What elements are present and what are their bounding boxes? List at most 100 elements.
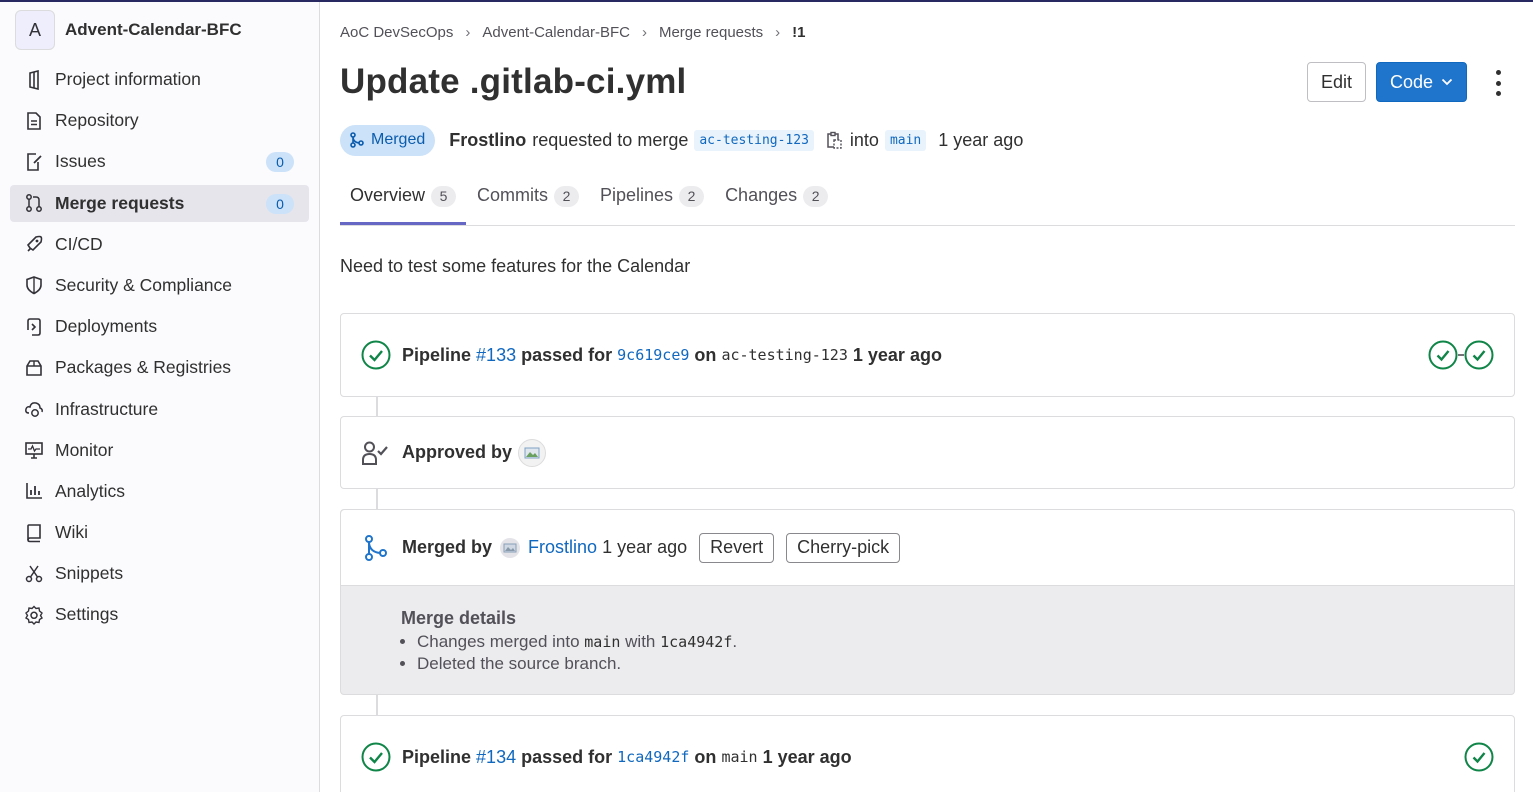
commit-sha-link[interactable]: 1ca4942f xyxy=(617,748,689,766)
repository-icon xyxy=(24,111,44,131)
pipeline-widget-1: Pipeline #133 passed for 9c619ce9 on ac-… xyxy=(340,313,1515,397)
tab-label: Commits xyxy=(477,185,549,205)
on-text: on xyxy=(694,344,717,365)
revert-button[interactable]: Revert xyxy=(699,532,775,563)
sidebar-item-security-compliance[interactable]: Security & Compliance xyxy=(10,267,309,304)
sidebar-item-label: Analytics xyxy=(55,480,126,501)
sidebar-item-label: Wiki xyxy=(55,522,89,543)
sidebar-item-label: CI/CD xyxy=(55,233,103,254)
sidebar-item-packages-registries[interactable]: Packages & Registries xyxy=(10,349,309,386)
main-content: AoC DevSecOps › Advent-Calendar-BFC › Me… xyxy=(340,2,1515,792)
more-actions-icon[interactable] xyxy=(1488,70,1508,96)
tab-commits[interactable]: Commits 2 xyxy=(467,174,589,225)
sidebar-item-label: Merge requests xyxy=(55,192,185,213)
copy-icon[interactable] xyxy=(826,131,842,149)
sidebar-item-label: Infrastructure xyxy=(55,398,159,419)
pipeline-id-link[interactable]: #133 xyxy=(476,345,516,366)
monitor-icon xyxy=(24,440,44,460)
approver-avatar[interactable] xyxy=(518,438,547,467)
merger-link[interactable]: Frostlino xyxy=(528,537,597,558)
merged-widget: Merged by Frostlino 1 year ago Revert Ch… xyxy=(340,509,1515,695)
merge-commit-sha[interactable]: 1ca4942f xyxy=(660,633,732,651)
source-branch[interactable]: ac-testing-123 xyxy=(694,129,814,151)
tab-overview[interactable]: Overview 5 xyxy=(340,174,467,225)
tab-label: Overview xyxy=(350,185,426,205)
tab-changes[interactable]: Changes 2 xyxy=(715,174,838,225)
cherry-pick-button[interactable]: Cherry-pick xyxy=(786,532,901,563)
scissors-icon xyxy=(24,564,44,584)
list-item: Deleted the source branch. xyxy=(417,653,1514,675)
mr-meta: Merged Frostlino requested to merge ac-t… xyxy=(340,120,1515,160)
chevron-down-icon xyxy=(1441,78,1453,86)
sidebar-item-label: Project information xyxy=(55,69,201,89)
sidebar-item-label: Packages & Registries xyxy=(55,357,232,378)
sidebar-item-settings[interactable]: Settings xyxy=(10,596,309,633)
list-item: Changes merged into main with 1ca4942f. xyxy=(417,631,1514,653)
deployments-icon xyxy=(24,317,44,337)
status-badge-label: Merged xyxy=(371,131,426,148)
code-dropdown-button[interactable]: Code xyxy=(1376,62,1467,102)
pipeline-branch[interactable]: ac-testing-123 xyxy=(721,346,847,364)
breadcrumb-group[interactable]: AoC DevSecOps xyxy=(340,24,453,41)
mr-author[interactable]: Frostlino xyxy=(449,130,526,151)
sidebar-item-monitor[interactable]: Monitor xyxy=(10,432,309,469)
merger-avatar[interactable] xyxy=(500,537,521,558)
tab-count: 2 xyxy=(803,186,829,207)
pipeline-label: Pipeline xyxy=(402,746,472,767)
mr-tabs: Overview 5 Commits 2 Pipelines 2 Changes… xyxy=(340,174,1515,226)
breadcrumb: AoC DevSecOps › Advent-Calendar-BFC › Me… xyxy=(340,2,1515,62)
sidebar-item-ci-cd[interactable]: CI/CD xyxy=(10,226,309,263)
merge-request-icon xyxy=(24,193,44,213)
sidebar-item-merge-requests[interactable]: Merge requests 0 xyxy=(10,184,309,222)
project-avatar[interactable]: A xyxy=(15,10,55,50)
mini-pipeline-graph xyxy=(1428,340,1494,370)
sidebar-item-label: Repository xyxy=(55,110,139,131)
status-success-icon[interactable] xyxy=(361,742,391,772)
sidebar-item-snippets[interactable]: Snippets xyxy=(10,555,309,592)
issues-icon xyxy=(24,152,44,172)
sidebar-item-repository[interactable]: Repository xyxy=(10,102,309,139)
stage-success-icon[interactable] xyxy=(1464,742,1494,772)
sidebar: A Advent-Calendar-BFC Project informatio… xyxy=(0,2,320,792)
tab-count: 2 xyxy=(554,186,580,207)
project-info-icon xyxy=(24,69,44,90)
sidebar-item-label: Settings xyxy=(55,604,119,625)
sidebar-item-project-information[interactable]: Project information xyxy=(10,61,309,98)
pipeline-time: 1 year ago xyxy=(852,344,942,365)
rocket-icon xyxy=(24,234,44,254)
pipeline-branch[interactable]: main xyxy=(721,748,757,766)
book-icon xyxy=(24,523,44,543)
merge-icon xyxy=(365,534,387,561)
stage-success-icon[interactable] xyxy=(1464,340,1494,370)
commit-sha-link[interactable]: 9c619ce9 xyxy=(617,346,689,364)
chart-icon xyxy=(24,481,44,501)
sidebar-item-deployments[interactable]: Deployments xyxy=(10,308,309,345)
breadcrumb-current[interactable]: !1 xyxy=(792,24,805,41)
status-success-icon[interactable] xyxy=(361,340,391,370)
merge-details: Merge details Changes merged into main w… xyxy=(341,585,1514,691)
breadcrumb-project[interactable]: Advent-Calendar-BFC xyxy=(482,24,630,41)
into-text: into xyxy=(849,129,879,150)
cloud-gear-icon xyxy=(24,399,44,419)
chevron-right-icon: › xyxy=(641,23,647,41)
merged-by-label: Merged by xyxy=(402,537,493,557)
project-header[interactable]: A Advent-Calendar-BFC xyxy=(0,2,319,58)
sidebar-item-infrastructure[interactable]: Infrastructure xyxy=(10,391,309,428)
tab-pipelines[interactable]: Pipelines 2 xyxy=(590,174,714,225)
edit-button[interactable]: Edit xyxy=(1307,62,1366,102)
project-name[interactable]: Advent-Calendar-BFC xyxy=(65,20,242,40)
issues-count-badge: 0 xyxy=(266,152,294,173)
sidebar-item-wiki[interactable]: Wiki xyxy=(10,514,309,551)
on-text: on xyxy=(694,746,717,767)
stage-success-icon[interactable] xyxy=(1428,340,1458,370)
sidebar-item-label: Snippets xyxy=(55,563,124,584)
merged-time: 1 year ago xyxy=(602,537,688,557)
approval-widget: Approved by xyxy=(340,416,1515,489)
sidebar-item-issues[interactable]: Issues 0 xyxy=(10,143,309,180)
breadcrumb-merge-requests[interactable]: Merge requests xyxy=(659,24,763,41)
approval-icon xyxy=(362,441,388,465)
sidebar-item-analytics[interactable]: Analytics xyxy=(10,473,309,510)
merge-icon xyxy=(350,132,364,148)
pipeline-id-link[interactable]: #134 xyxy=(476,747,516,768)
target-branch[interactable]: main xyxy=(884,129,927,151)
